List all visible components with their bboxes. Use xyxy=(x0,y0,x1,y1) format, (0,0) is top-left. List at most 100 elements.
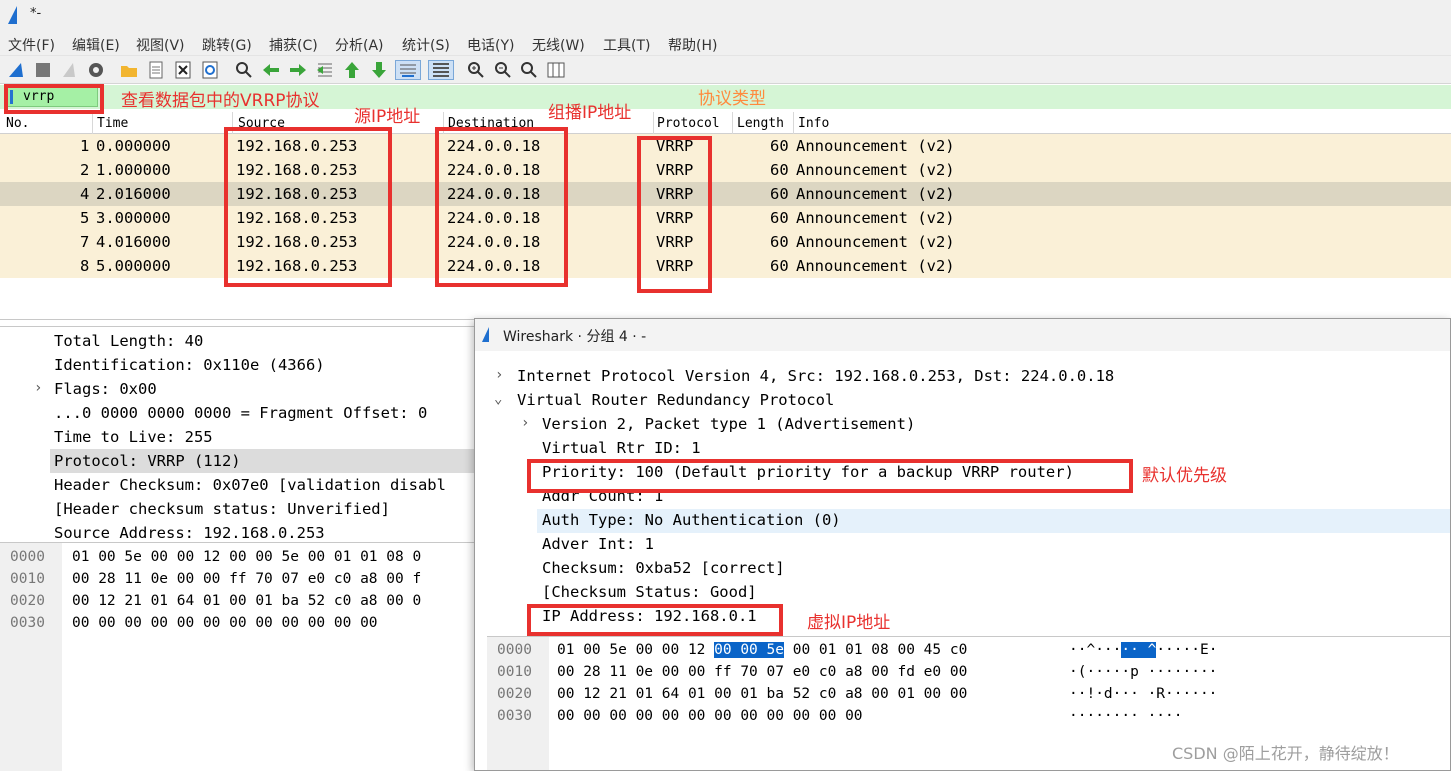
menu-statistics[interactable]: 统计(S) xyxy=(402,35,450,55)
col-separator[interactable] xyxy=(793,112,794,134)
annotation-protocol-label: 协议类型 xyxy=(698,89,766,109)
menu-file[interactable]: 文件(F) xyxy=(8,35,55,55)
menu-analyze[interactable]: 分析(A) xyxy=(335,35,384,55)
annotation-box-destination xyxy=(435,127,568,287)
menu-tools[interactable]: 工具(T) xyxy=(603,35,650,55)
first-packet-icon[interactable] xyxy=(342,60,362,80)
detail-source-address[interactable]: Source Address: 192.168.0.253 xyxy=(54,524,325,538)
stop-icon[interactable] xyxy=(33,60,53,80)
packet-list-empty-area[interactable] xyxy=(0,278,1451,320)
packet-no: 7 xyxy=(80,233,90,251)
packet-row-selected[interactable]: 4 2.016000 192.168.0.253 224.0.0.18 VRRP… xyxy=(0,182,1451,206)
menu-view[interactable]: 视图(V) xyxy=(136,35,185,55)
hex-bytes[interactable]: 00 12 21 01 64 01 00 01 ba 52 c0 a8 00 0… xyxy=(557,686,967,702)
collapse-chevron-icon[interactable]: ⌄ xyxy=(494,391,502,407)
normal-size-icon[interactable] xyxy=(519,60,539,80)
col-separator[interactable] xyxy=(653,112,654,134)
menu-go[interactable]: 跳转(G) xyxy=(202,35,252,55)
resize-columns-icon[interactable] xyxy=(546,60,566,80)
hex-ascii[interactable]: ··^····· ^·····E· xyxy=(1069,642,1217,658)
find-icon[interactable] xyxy=(234,60,254,80)
packet-window: Wireshark · 分组 4 · - › Internet Protocol… xyxy=(474,318,1451,771)
packet-row[interactable]: 8 5.000000 192.168.0.253 224.0.0.18 VRRP… xyxy=(0,254,1451,278)
packet-row[interactable]: 7 4.016000 192.168.0.253 224.0.0.18 VRRP… xyxy=(0,230,1451,254)
packet-window-title-bar[interactable]: Wireshark · 分组 4 · - xyxy=(475,319,1450,351)
last-packet-icon[interactable] xyxy=(369,60,389,80)
go-back-icon[interactable] xyxy=(261,60,281,80)
zoom-out-icon[interactable] xyxy=(493,60,513,80)
tree-version[interactable]: Version 2, Packet type 1 (Advertisement) xyxy=(542,415,915,433)
autoscroll-icon[interactable] xyxy=(395,60,421,80)
hex-bytes[interactable]: 00 28 11 0e 00 00 ff 70 07 e0 c0 a8 00 f… xyxy=(557,664,967,680)
hex-ascii[interactable]: ·(·····p ········ xyxy=(1069,664,1217,680)
open-folder-icon[interactable] xyxy=(119,60,139,80)
tree-ipv4[interactable]: Internet Protocol Version 4, Src: 192.16… xyxy=(517,367,1114,385)
packet-row[interactable]: 1 0.000000 192.168.0.253 224.0.0.18 VRRP… xyxy=(0,134,1451,158)
expand-chevron-icon[interactable]: › xyxy=(34,380,42,396)
packet-length: 60 xyxy=(770,257,789,275)
tree-virtual-rtr-id[interactable]: Virtual Rtr ID: 1 xyxy=(542,439,701,457)
annotation-vip-label: 虚拟IP地址 xyxy=(807,613,891,633)
menu-telephony[interactable]: 电话(Y) xyxy=(467,35,514,55)
detail-checksum-status[interactable]: [Header checksum status: Unverified] xyxy=(54,500,390,518)
hex-bytes[interactable]: 01 00 5e 00 00 12 00 00 5e 00 01 01 08 0… xyxy=(557,642,967,658)
col-time[interactable]: Time xyxy=(97,116,128,131)
detail-identification[interactable]: Identification: 0x110e (4366) xyxy=(54,356,325,374)
tree-adver-int[interactable]: Adver Int: 1 xyxy=(542,535,654,553)
hex-ascii[interactable]: ········ ···· xyxy=(1069,708,1183,724)
packet-time: 0.000000 xyxy=(96,137,171,155)
packet-length: 60 xyxy=(770,209,789,227)
hex-bytes[interactable]: 00 28 11 0e 00 00 ff 70 07 e0 c0 a8 00 f xyxy=(72,571,421,587)
tree-auth-type[interactable]: Auth Type: No Authentication (0) xyxy=(542,511,841,529)
expand-chevron-icon[interactable]: › xyxy=(495,367,503,383)
annotation-box-priority xyxy=(527,459,1133,493)
packet-info: Announcement (v2) xyxy=(796,137,955,155)
hex-offset: 0030 xyxy=(497,708,532,724)
menu-help[interactable]: 帮助(H) xyxy=(668,35,717,55)
restart-icon[interactable] xyxy=(59,60,79,80)
col-no[interactable]: No. xyxy=(6,116,29,131)
detail-fragment-offset[interactable]: ...0 0000 0000 0000 = Fragment Offset: 0 xyxy=(54,404,427,422)
hex-bytes[interactable]: 01 00 5e 00 00 12 00 00 5e 00 01 01 08 0 xyxy=(72,549,421,565)
tree-checksum-status[interactable]: [Checksum Status: Good] xyxy=(542,583,757,601)
options-gear-icon[interactable] xyxy=(86,60,106,80)
detail-header-checksum[interactable]: Header Checksum: 0x07e0 [validation disa… xyxy=(54,476,446,494)
col-length[interactable]: Length xyxy=(737,116,784,131)
expand-chevron-icon[interactable]: › xyxy=(521,415,529,431)
packet-time: 4.016000 xyxy=(96,233,171,251)
close-file-icon[interactable] xyxy=(173,60,193,80)
detail-ttl[interactable]: Time to Live: 255 xyxy=(54,428,213,446)
tree-checksum[interactable]: Checksum: 0xba52 [correct] xyxy=(542,559,785,577)
menu-capture[interactable]: 捕获(C) xyxy=(269,35,318,55)
zoom-in-icon[interactable] xyxy=(466,60,486,80)
menu-wireless[interactable]: 无线(W) xyxy=(532,35,585,55)
hex-offset: 0030 xyxy=(10,615,45,631)
wireshark-logo-icon xyxy=(482,327,489,342)
hex-bytes[interactable]: 00 12 21 01 64 01 00 01 ba 52 c0 a8 00 0 xyxy=(72,593,421,609)
packet-no: 1 xyxy=(80,137,90,155)
detail-total-length[interactable]: Total Length: 40 xyxy=(54,332,203,350)
packet-length: 60 xyxy=(770,233,789,251)
ascii-post: ·····E· xyxy=(1156,642,1218,658)
shark-fin-icon[interactable] xyxy=(6,60,26,80)
hex-ascii[interactable]: ··!·d··· ·R······ xyxy=(1069,686,1217,702)
packet-time: 1.000000 xyxy=(96,161,171,179)
detail-flags[interactable]: Flags: 0x00 xyxy=(54,380,157,398)
packet-row[interactable]: 2 1.000000 192.168.0.253 224.0.0.18 VRRP… xyxy=(0,158,1451,182)
detail-protocol[interactable]: Protocol: VRRP (112) xyxy=(54,452,241,470)
save-file-icon[interactable] xyxy=(146,60,166,80)
col-separator[interactable] xyxy=(92,112,93,134)
tree-vrrp[interactable]: Virtual Router Redundancy Protocol xyxy=(517,391,834,409)
hex-bytes[interactable]: 00 00 00 00 00 00 00 00 00 00 00 00 xyxy=(72,615,378,631)
packet-no: 5 xyxy=(80,209,90,227)
col-protocol[interactable]: Protocol xyxy=(657,116,720,131)
col-info[interactable]: Info xyxy=(798,116,829,131)
go-to-packet-icon[interactable] xyxy=(315,60,335,80)
hex-bytes[interactable]: 00 00 00 00 00 00 00 00 00 00 00 00 xyxy=(557,708,863,724)
packet-row[interactable]: 5 3.000000 192.168.0.253 224.0.0.18 VRRP… xyxy=(0,206,1451,230)
reload-icon[interactable] xyxy=(200,60,220,80)
colorize-icon[interactable] xyxy=(428,60,454,80)
col-separator[interactable] xyxy=(732,112,733,134)
menu-edit[interactable]: 编辑(E) xyxy=(72,35,120,55)
go-forward-icon[interactable] xyxy=(288,60,308,80)
